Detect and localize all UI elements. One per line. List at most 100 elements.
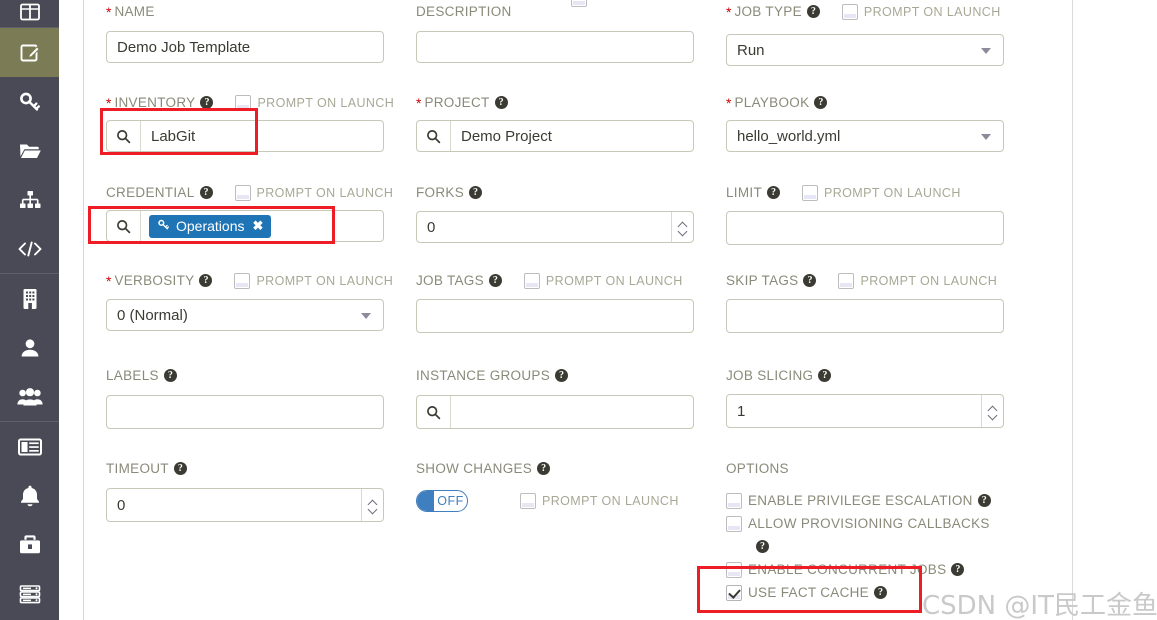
help-icon[interactable]: ? [814,96,828,109]
project-lookup[interactable]: Demo Project [416,120,694,152]
help-icon[interactable]: ? [200,96,214,109]
sidebar-item-projects[interactable] [0,126,59,175]
credential-chip[interactable]: Operations ✖ [149,214,272,238]
field-name-label-row: * NAME [106,2,384,21]
stepper-arrows[interactable] [671,212,693,242]
option-label: ALLOW PROVISIONING CALLBACKS [748,516,990,531]
search-icon[interactable] [417,121,451,151]
help-icon[interactable]: ? [494,96,508,109]
sidebar-item-credentials[interactable] [0,77,59,126]
help-icon[interactable]: ? [767,186,781,199]
help-icon[interactable]: ? [818,369,832,382]
help-icon[interactable]: ? [756,540,769,553]
sidebar-item-management-jobs[interactable] [0,520,59,569]
option-enable-privilege-escalation[interactable]: ENABLE PRIVILEGE ESCALATION ? [726,489,1004,512]
key-icon [157,218,170,234]
playbook-select[interactable]: hello_world.yml [726,120,1004,152]
inventory-lookup[interactable]: LabGit [106,120,384,152]
show-changes-prompt-on-launch[interactable]: PROMPT ON LAUNCH [520,493,679,509]
field-skip-tags: SKIP TAGS ? PROMPT ON LAUNCH [726,271,1004,333]
field-labels: LABELS ? [106,366,384,429]
sidebar-item-organizations[interactable] [0,274,59,323]
field-credential-label-row: CREDENTIAL ? PROMPT ON LAUNCH [106,183,393,202]
job-tags-prompt-on-launch[interactable]: PROMPT ON LAUNCH [523,272,683,289]
chevron-down-icon[interactable] [988,413,997,418]
sidebar-item-teams[interactable] [0,372,59,421]
verbosity-prompt-on-launch[interactable]: PROMPT ON LAUNCH [234,272,393,289]
credential-prompt-on-launch[interactable]: PROMPT ON LAUNCH [234,184,394,201]
chevron-down-icon[interactable] [368,507,377,512]
sidebar-item-dashboard[interactable] [0,0,59,27]
job-tags-input[interactable] [416,299,694,333]
search-icon[interactable] [107,211,141,241]
chevron-up-icon[interactable] [368,499,377,504]
search-icon[interactable] [107,121,141,151]
limit-input[interactable] [726,211,1004,245]
help-icon[interactable]: ? [537,462,551,475]
stepper-arrows[interactable] [361,489,383,521]
sidebar-item-notifications[interactable] [0,471,59,520]
stepper-arrows[interactable] [981,395,1003,427]
field-description: DESCRIPTION [416,2,694,63]
show-changes-toggle[interactable]: OFF [416,490,468,512]
field-job-type-label: JOB TYPE [734,4,802,19]
search-icon[interactable] [417,396,451,428]
sidebar-item-users[interactable] [0,323,59,372]
inventory-prompt-on-launch[interactable]: PROMPT ON LAUNCH [235,94,394,111]
option-allow-provisioning-callbacks[interactable]: ALLOW PROVISIONING CALLBACKS [726,512,1004,535]
help-icon[interactable]: ? [555,369,569,382]
help-icon[interactable]: ? [951,563,965,576]
name-input[interactable]: Demo Job Template [106,31,384,63]
bell-icon [19,484,41,508]
help-icon[interactable]: ? [163,369,177,382]
job-type-prompt-on-launch[interactable]: PROMPT ON LAUNCH [841,3,1001,20]
help-icon[interactable]: ? [199,186,213,199]
limit-prompt-on-launch[interactable]: PROMPT ON LAUNCH [802,184,961,201]
help-icon[interactable]: ? [488,274,502,287]
chevron-up-icon[interactable] [678,221,687,226]
help-icon[interactable]: ? [199,274,213,287]
project-input[interactable]: Demo Project [451,128,693,145]
sidebar-item-jobs[interactable] [0,422,59,471]
required-asterisk: * [106,94,112,111]
field-labels-label: LABELS [106,368,159,383]
job-type-select[interactable]: Run [726,34,1004,66]
sidebar-item-inventories[interactable] [0,175,59,224]
options-label-row: OPTIONS [726,459,1004,478]
help-icon[interactable]: ? [173,462,187,475]
skip-tags-prompt-on-launch[interactable]: PROMPT ON LAUNCH [838,272,997,289]
help-icon[interactable]: ? [469,186,483,199]
field-project: * PROJECT ? Demo Project [416,93,694,152]
key-icon [18,90,42,114]
close-icon[interactable]: ✖ [252,218,263,234]
inventory-input[interactable]: LabGit [141,128,383,145]
job-slicing-stepper[interactable]: 1 [726,394,1004,428]
skip-tags-input[interactable] [726,299,1004,333]
chevron-down-icon[interactable] [678,229,687,234]
help-icon[interactable]: ? [873,586,887,599]
chevron-down-icon [981,48,991,54]
verbosity-select[interactable]: 0 (Normal) [106,299,384,331]
description-input[interactable] [416,31,694,63]
sidebar-item-inventory-scripts[interactable] [0,224,59,273]
required-asterisk: * [726,94,732,111]
sidebar-item-templates[interactable] [0,28,59,77]
forks-stepper-value: 0 [427,218,436,236]
option-enable-concurrent-jobs[interactable]: ENABLE CONCURRENT JOBS ? [726,558,1004,581]
forks-stepper[interactable]: 0 [416,211,694,243]
job-template-form: * NAME Demo Job Template * INVENTORY ? P… [84,0,1072,620]
instance-groups-lookup[interactable] [416,395,694,429]
credential-lookup[interactable]: Operations ✖ [106,210,384,242]
chevron-up-icon[interactable] [988,405,997,410]
field-inventory-label: INVENTORY [114,95,196,110]
checkbox-box [838,272,855,289]
sidebar-item-instance-groups[interactable] [0,569,59,618]
field-show-changes-label-row: SHOW CHANGES ? [416,459,694,478]
help-icon[interactable]: ? [803,274,817,287]
checkbox-box [235,94,252,111]
help-icon[interactable]: ? [977,494,991,507]
timeout-stepper[interactable]: 0 [106,488,384,522]
labels-input[interactable] [106,395,384,429]
prompt-on-launch-label: PROMPT ON LAUNCH [824,185,961,200]
help-icon[interactable]: ? [806,5,820,18]
